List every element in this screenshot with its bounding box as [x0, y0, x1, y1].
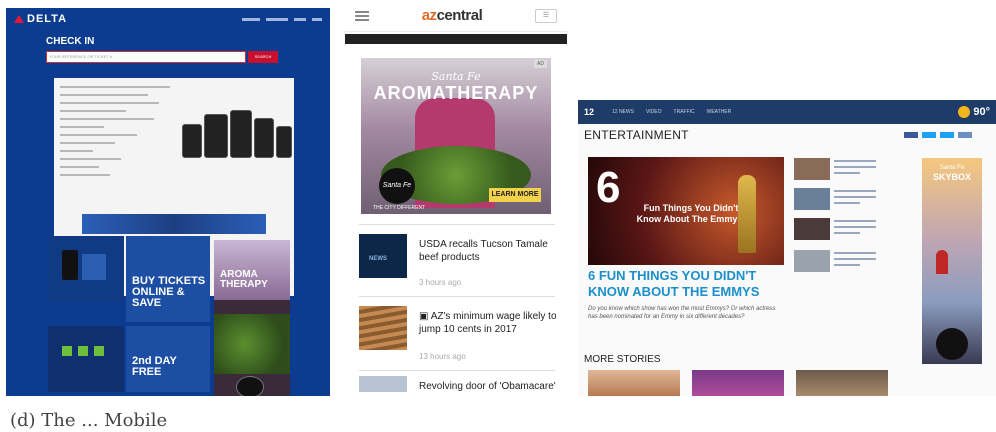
delta-app-tile[interactable]: [48, 236, 124, 302]
checkin-search-input[interactable]: YOUR REFERENCE OR TICKET #: [46, 51, 246, 63]
divider: [359, 224, 555, 225]
delta-top-links[interactable]: [242, 17, 322, 21]
article-dek: Do you know which show has won the most …: [588, 306, 776, 320]
story-title: USDA recalls Tucson Tamale beef products: [419, 239, 548, 263]
hero-caption: Fun Things You Didn't Know About The Emm…: [636, 203, 746, 224]
ad-script: Santa Fe: [431, 70, 481, 83]
more-story-thumb[interactable]: [692, 370, 784, 396]
twitter-share-icon[interactable]: [922, 132, 936, 138]
ad-title: AROMATHERAPY: [373, 83, 539, 103]
skybox-ad[interactable]: Santa Fe SKYBOX: [922, 158, 982, 364]
story-title: Revolving door of 'Obamacare': [419, 381, 556, 392]
delta-top-link[interactable]: [294, 17, 306, 21]
delta-promo-tile[interactable]: [48, 326, 124, 392]
more-story-thumb[interactable]: [588, 370, 680, 396]
emmy-statue: [738, 175, 756, 253]
image-icon: ▣: [419, 311, 431, 322]
delta-topbar: DELTA: [6, 8, 330, 30]
delta-phones-image: [182, 110, 292, 158]
temperature[interactable]: 90°: [973, 106, 990, 118]
story-thumbnail: [359, 376, 407, 392]
santa-fe-logo: [236, 376, 264, 396]
checkin-search-row: YOUR REFERENCE OR TICKET # SEARCH: [6, 47, 330, 63]
sidebar-story[interactable]: [794, 250, 878, 272]
delta-logo[interactable]: DELTA: [14, 13, 67, 25]
sidebar-story[interactable]: [794, 218, 878, 240]
hero-image[interactable]: 6 Fun Things You Didn't Know About The E…: [588, 157, 784, 265]
list-item[interactable]: NEWS USDA recalls Tucson Tamale beef pro…: [359, 234, 559, 290]
divider: [359, 296, 555, 297]
divider: [359, 370, 555, 371]
delta-ad-banner[interactable]: [82, 214, 266, 234]
news-thumbnail: NEWS: [359, 234, 407, 278]
skybox-top: Santa Fe: [939, 165, 965, 171]
list-item[interactable]: ▣ AZ's minimum wage likely to jump 10 ce…: [359, 306, 559, 366]
news12-logo[interactable]: 12: [584, 107, 606, 117]
hamburger-menu-icon[interactable]: [355, 10, 369, 21]
delta-text-lines: [60, 86, 170, 182]
az-nav-bar: [345, 34, 567, 44]
delta-logo-icon: [14, 15, 24, 23]
share-icon[interactable]: [940, 132, 954, 138]
story-title: ▣ AZ's minimum wage likely to jump 10 ce…: [419, 311, 557, 335]
nav-link[interactable]: VIDEO: [646, 109, 662, 115]
buy-tickets-text: BUY TICKETS ONLINE & SAVE: [132, 275, 206, 309]
delta-day-free-tile[interactable]: 2nd DAY FREE: [126, 326, 210, 392]
ad-badge: AD: [534, 60, 547, 68]
delta-logo-text: DELTA: [27, 13, 68, 25]
aroma-text: AROMA THERAPY: [220, 269, 268, 290]
az-header: azcentral ☰: [345, 0, 567, 32]
delta-aromatherapy-ad[interactable]: AROMA THERAPY: [214, 240, 290, 396]
figure-caption: (d) The ... Mobile: [10, 410, 168, 431]
nav-link[interactable]: 12 NEWS: [612, 109, 634, 115]
skybox-title: SKYBOX: [932, 172, 971, 182]
story-time: 3 hours ago: [419, 278, 462, 287]
delta-top-link[interactable]: [312, 17, 322, 21]
coins-thumbnail: [359, 306, 407, 350]
facebook-share-icon[interactable]: [904, 132, 918, 138]
delta-buy-tickets-tile[interactable]: BUY TICKETS ONLINE & SAVE: [126, 236, 210, 322]
hero-number: 6: [596, 163, 621, 212]
azcentral-page: azcentral ☰ AD Santa Fe AROMATHERAPY San…: [345, 0, 567, 400]
ad-sub: THE CITY DIFFERENT: [373, 205, 426, 211]
nav-links: 12 NEWS VIDEO TRAFFIC WEATHER: [612, 109, 731, 115]
article-headline[interactable]: 6 FUN THINGS YOU DIDN'T KNOW ABOUT THE E…: [588, 268, 788, 300]
news12-page: 12 12 NEWS VIDEO TRAFFIC WEATHER 90° ENT…: [578, 100, 996, 396]
more-stories-heading: MORE STORIES: [584, 354, 661, 365]
sidebar-story[interactable]: [794, 158, 878, 180]
delta-top-link[interactable]: [242, 17, 260, 21]
more-story-thumb[interactable]: [796, 370, 888, 396]
az-logo[interactable]: azcentral: [422, 7, 483, 24]
ad-logo: Santa Fe: [379, 168, 415, 204]
sidebar-story[interactable]: [794, 188, 878, 210]
delta-page: DELTA CHECK IN YOUR REFERENCE OR TICKET …: [6, 8, 330, 396]
story-time: 13 hours ago: [419, 352, 466, 361]
az-santa-fe-ad[interactable]: AD Santa Fe AROMATHERAPY Santa Fe THE CI…: [361, 58, 551, 214]
checkin-title: CHECK IN: [46, 36, 95, 47]
nav-link[interactable]: WEATHER: [707, 109, 732, 115]
sun-weather-icon: [958, 106, 971, 118]
learn-more-button[interactable]: LEARN MORE: [489, 188, 541, 202]
day-free-text: 2nd DAY FREE: [132, 355, 177, 378]
delta-top-link[interactable]: [266, 17, 288, 21]
section-title: ENTERTAINMENT: [584, 128, 689, 142]
nav-link[interactable]: TRAFFIC: [674, 109, 695, 115]
email-share-icon[interactable]: [958, 132, 972, 138]
checkin-search-button[interactable]: SEARCH: [248, 51, 278, 63]
news12-nav: 12 12 NEWS VIDEO TRAFFIC WEATHER 90°: [578, 100, 996, 124]
more-menu-button[interactable]: ☰: [534, 8, 557, 23]
list-item[interactable]: Revolving door of 'Obamacare': [359, 376, 559, 400]
